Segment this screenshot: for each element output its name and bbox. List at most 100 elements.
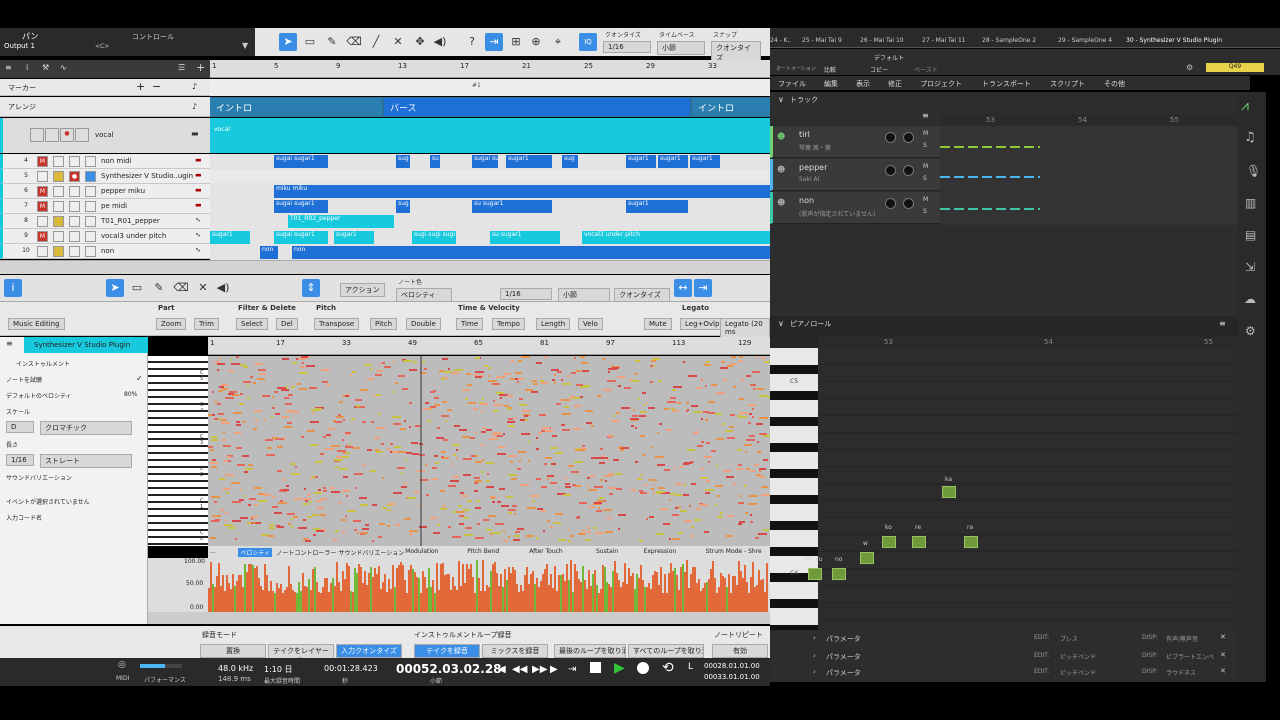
loop-start[interactable]: 00028.01.01.00 bbox=[704, 662, 760, 670]
pitch-button[interactable]: Pitch bbox=[370, 318, 398, 330]
metronome-icon[interactable]: L bbox=[688, 662, 693, 672]
help-icon[interactable]: ? bbox=[463, 33, 481, 51]
zoom-icon[interactable]: ⊕ bbox=[527, 33, 545, 51]
plugin-tab[interactable]: 24 - K.. bbox=[770, 37, 791, 44]
link-icon[interactable]: ⌖ bbox=[549, 33, 567, 51]
monitor-button[interactable] bbox=[85, 156, 96, 167]
sv-ruler[interactable]: 53 54 55 bbox=[940, 114, 1238, 126]
snap-icon[interactable]: ⇥ bbox=[485, 33, 503, 51]
solo-button[interactable] bbox=[53, 246, 64, 257]
track-row[interactable]: 9 Mvocal3 under pitch ∿ bbox=[0, 229, 210, 244]
check-icon[interactable]: ✓ bbox=[136, 374, 143, 383]
wrench-icon[interactable]: ⚒ bbox=[42, 63, 49, 72]
transpose-button[interactable]: Transpose bbox=[314, 318, 360, 330]
clip-row-synth[interactable] bbox=[210, 170, 770, 183]
solo-button[interactable]: S bbox=[923, 175, 927, 182]
volume-knob[interactable] bbox=[885, 132, 896, 143]
mute-button[interactable] bbox=[37, 246, 48, 257]
automation-icon[interactable]: ∿ bbox=[60, 63, 67, 72]
transform-tool-icon[interactable]: ⇕ bbox=[302, 279, 320, 297]
editor-keyboard[interactable]: C 5 C 4 C 3 C 2 C 1 C 0 bbox=[148, 356, 208, 546]
folder-track-vocal[interactable]: ● vocal ▬ bbox=[0, 118, 210, 153]
clip[interactable]: sugar1 bbox=[334, 231, 374, 244]
mute-button[interactable]: M bbox=[37, 201, 48, 212]
record-button[interactable] bbox=[69, 246, 80, 257]
solo-button[interactable] bbox=[53, 201, 64, 212]
editor-note-grid[interactable] bbox=[208, 356, 772, 546]
clip[interactable]: sugar1 bbox=[626, 155, 656, 168]
pan-knob[interactable] bbox=[903, 198, 914, 209]
gear-icon[interactable]: ⚙ bbox=[1186, 63, 1193, 72]
track-row[interactable]: 4 Mnon midi ▬ bbox=[0, 154, 210, 169]
pencil-tool-icon[interactable]: ✎ bbox=[323, 33, 341, 51]
monitor-button[interactable] bbox=[85, 231, 96, 242]
velocity-value[interactable]: 80% bbox=[124, 391, 137, 398]
info-icon[interactable]: i bbox=[4, 279, 22, 297]
iq-icon[interactable]: IQ bbox=[579, 33, 597, 51]
inspector-icon[interactable]: i bbox=[26, 63, 28, 72]
disp-value[interactable]: 有声/無声音 bbox=[1166, 634, 1198, 643]
note-color-select[interactable]: ベロシティ bbox=[396, 288, 452, 302]
rewind-icon[interactable]: ◀◀ bbox=[512, 664, 527, 675]
monitor-button[interactable] bbox=[85, 171, 96, 182]
menu-other[interactable]: その他 bbox=[1104, 79, 1125, 89]
mute-tool-icon[interactable]: ✕ bbox=[389, 33, 407, 51]
legovlp-button[interactable]: Leg+Ovlp bbox=[680, 318, 725, 330]
chevron-down-icon[interactable]: ∨ bbox=[778, 95, 784, 104]
clip[interactable]: sugai sugar1 bbox=[274, 200, 328, 213]
record-button[interactable]: ● bbox=[69, 171, 80, 182]
track-row[interactable]: 7 Mpe midi ▬ bbox=[0, 199, 210, 214]
note[interactable] bbox=[808, 568, 822, 580]
take-rec-button[interactable]: テイクを録音 bbox=[414, 644, 480, 658]
split-icon[interactable]: ⊞ bbox=[507, 33, 525, 51]
sv-track-row[interactable]: ☻ non (歌声が指定されていません) M S bbox=[770, 192, 940, 224]
chevron-right-icon[interactable]: › bbox=[813, 668, 816, 676]
plugin-tab[interactable]: 29 - SampleOne 4 bbox=[1058, 37, 1112, 44]
chevron-right-icon[interactable]: › bbox=[813, 652, 816, 660]
replace-button[interactable]: 置換 bbox=[200, 644, 266, 658]
note[interactable] bbox=[882, 536, 896, 548]
lane-tab[interactable]: ベロシティ bbox=[238, 548, 273, 557]
menu-icon[interactable]: ≡ bbox=[5, 63, 12, 72]
mix-rec-button[interactable]: ミックスを録音 bbox=[482, 644, 548, 658]
folder-record[interactable]: ● bbox=[60, 128, 74, 142]
length-button[interactable]: Length bbox=[536, 318, 571, 330]
music-note-icon[interactable]: ♫ bbox=[1244, 130, 1256, 145]
solo-button[interactable]: S bbox=[923, 208, 927, 215]
mute-button[interactable]: M bbox=[37, 231, 48, 242]
length-select[interactable]: 1/16 bbox=[6, 454, 34, 466]
param-row[interactable]: › パラメータ EDIT: ピッチベンド DISP: ラウドネス ✕ bbox=[770, 666, 1237, 683]
section-intro[interactable]: イントロ bbox=[210, 98, 382, 116]
track-row[interactable]: 10 non ∿ bbox=[0, 244, 210, 259]
end-icon[interactable]: ⇥ bbox=[568, 664, 576, 675]
record-button[interactable] bbox=[69, 201, 80, 212]
lane-tab[interactable]: Pitch Bend bbox=[467, 548, 499, 555]
eraser-tool-icon[interactable]: ⌫ bbox=[172, 279, 190, 297]
time-button[interactable]: Time bbox=[456, 318, 484, 330]
menu-transport[interactable]: トランスポート bbox=[982, 79, 1031, 89]
quantize-select[interactable]: 1/16 bbox=[603, 41, 651, 53]
add-marker-icon[interactable]: + bbox=[136, 80, 145, 93]
music-note-icon[interactable]: ♪ bbox=[192, 82, 197, 91]
track-row[interactable]: 8 T01_R01_pepper ∿ bbox=[0, 214, 210, 229]
clip[interactable]: su bbox=[430, 155, 440, 168]
plugin-tab[interactable]: 25 - Mai Tai 9 bbox=[802, 37, 842, 44]
close-icon[interactable]: ✕ bbox=[1220, 651, 1226, 659]
lane-tab[interactable]: Expression bbox=[644, 548, 677, 555]
monitor-button[interactable] bbox=[85, 201, 96, 212]
loop-end[interactable]: 00033.01.01.00 bbox=[704, 673, 760, 681]
channel-select[interactable]: <C> bbox=[95, 43, 109, 50]
note[interactable] bbox=[832, 568, 846, 580]
menu-modify[interactable]: 修正 bbox=[888, 79, 902, 89]
music-editing-select[interactable]: Music Editing bbox=[8, 318, 65, 330]
arrange-scrollbar[interactable] bbox=[0, 260, 770, 274]
menu-file[interactable]: ファイル bbox=[778, 79, 806, 89]
folder-monitor[interactable] bbox=[75, 128, 89, 142]
input-quantize-button[interactable]: 入力クオンタイズ bbox=[336, 644, 402, 658]
record-button[interactable] bbox=[69, 186, 80, 197]
lane-tab[interactable]: サウンドバリエーション bbox=[338, 548, 404, 557]
note[interactable] bbox=[912, 536, 926, 548]
pan-knob[interactable] bbox=[903, 165, 914, 176]
disp-value[interactable]: ラウドネス bbox=[1166, 668, 1196, 677]
plugin-tab[interactable]: 26 - Mai Tai 10 bbox=[860, 37, 904, 44]
